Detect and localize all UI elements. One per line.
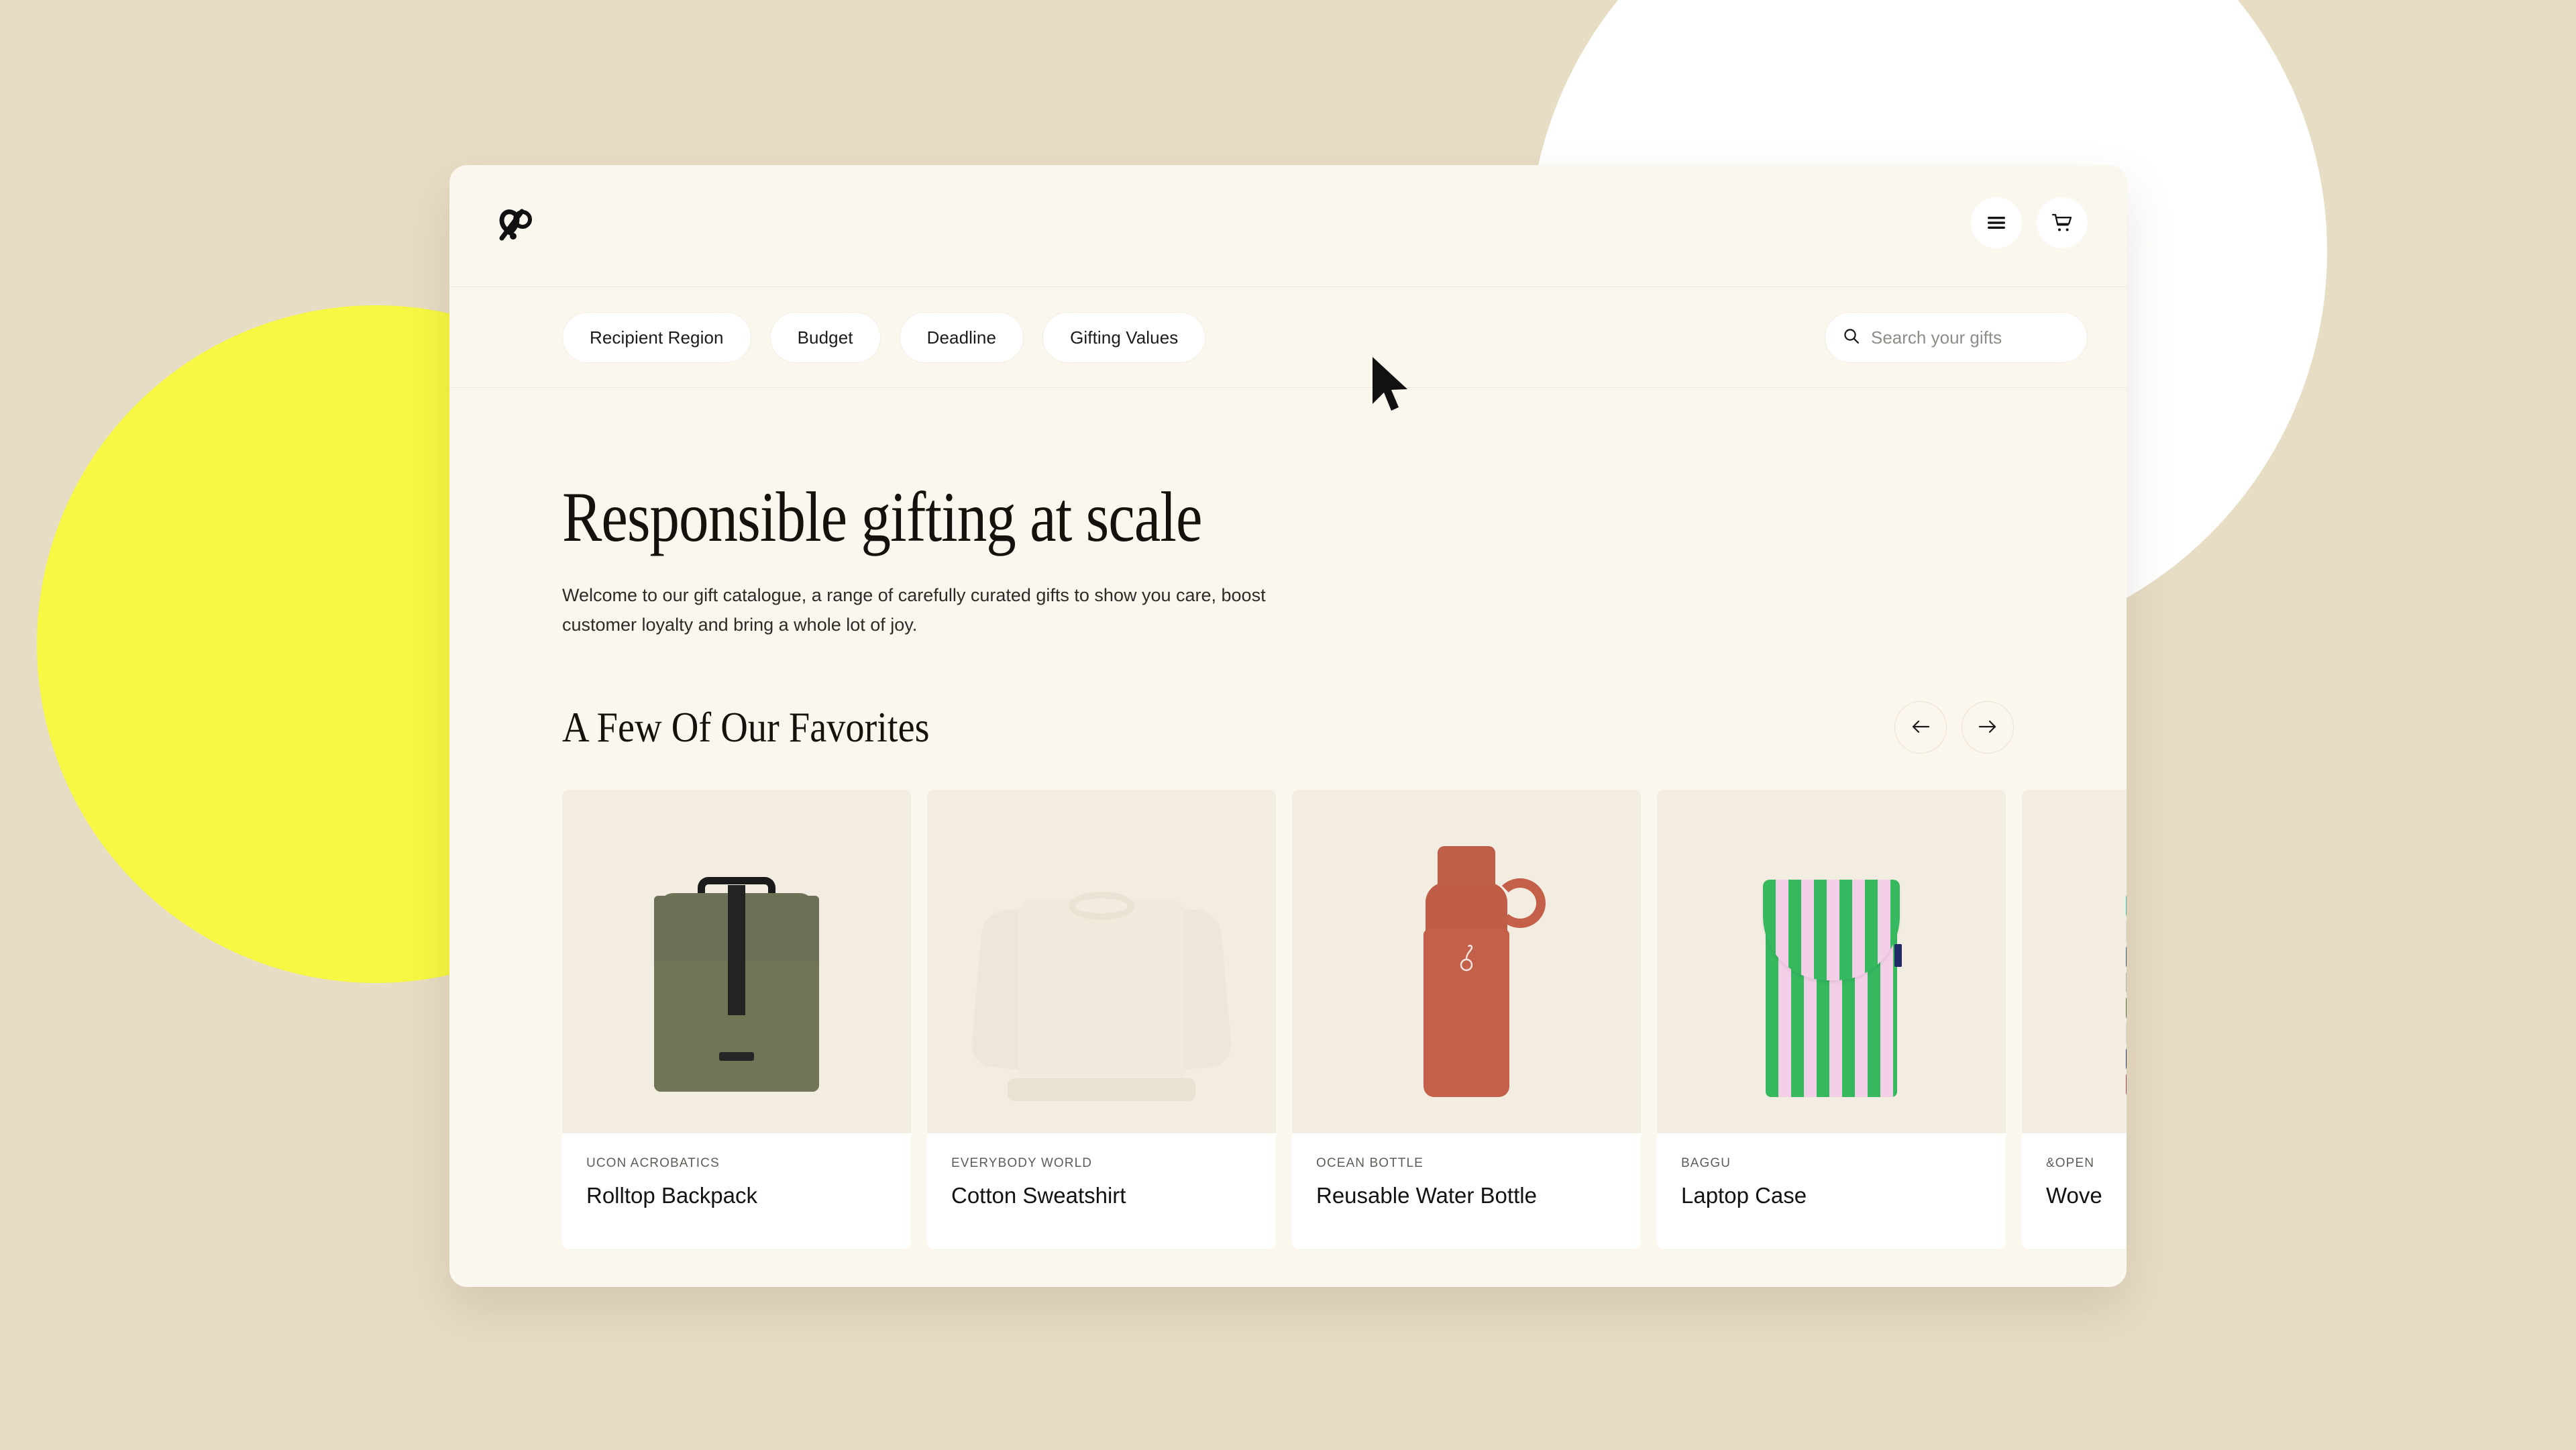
filter-pill-label: Deadline [926, 327, 997, 348]
product-name: Reusable Water Bottle [1316, 1183, 1537, 1208]
product-card[interactable]: &OPEN Wove [2022, 790, 2127, 1249]
product-info: &OPEN Wove [2022, 1133, 2127, 1249]
product-name: Laptop Case [1681, 1183, 1807, 1208]
product-brand: &OPEN [2046, 1156, 2095, 1171]
main-content: Responsible gifting at scale Welcome to … [449, 482, 2127, 754]
search-input[interactable] [1871, 327, 2070, 348]
product-brand: UCON ACROBATICS [586, 1156, 720, 1171]
arrow-left-icon [1911, 719, 1931, 737]
product-card[interactable]: OCEAN BOTTLE Reusable Water Bottle [1292, 790, 1641, 1249]
product-image [927, 790, 1276, 1134]
product-info: UCON ACROBATICS Rolltop Backpack [562, 1133, 911, 1249]
filter-bar: Recipient Region Budget Deadline Gifting… [449, 287, 2127, 388]
filter-pill-recipient-region[interactable]: Recipient Region [562, 312, 751, 363]
filter-pill-label: Gifting Values [1070, 327, 1179, 348]
product-brand: EVERYBODY WORLD [951, 1156, 1093, 1171]
product-card[interactable]: EVERYBODY WORLD Cotton Sweatshirt [927, 790, 1276, 1249]
product-image [2022, 790, 2127, 1134]
top-bar-actions [1971, 197, 2088, 248]
filter-pill-label: Recipient Region [590, 327, 724, 348]
filter-pill-deadline[interactable]: Deadline [899, 312, 1024, 363]
product-brand: BAGGU [1681, 1156, 1731, 1171]
product-info: EVERYBODY WORLD Cotton Sweatshirt [927, 1133, 1276, 1249]
cream-crewneck-sweatshirt-illustration [927, 790, 1276, 1133]
favorites-heading: A Few Of Our Favorites [562, 703, 930, 752]
filter-pill-budget[interactable]: Budget [769, 312, 881, 363]
carousel-prev-button[interactable] [1894, 701, 1947, 754]
olive-rolltop-backpack-illustration [562, 790, 911, 1133]
mouse-pointer-cursor [1370, 356, 1418, 418]
brand-logo-icon[interactable] [491, 201, 539, 249]
product-info: BAGGU Laptop Case [1657, 1133, 2006, 1249]
carousel-next-button[interactable] [1962, 701, 2014, 754]
filter-pill-gifting-values[interactable]: Gifting Values [1042, 312, 1206, 363]
product-image [562, 790, 911, 1134]
menu-button[interactable] [1971, 197, 2022, 248]
shopping-cart-icon [2051, 213, 2073, 233]
product-card[interactable]: BAGGU Laptop Case [1657, 790, 2006, 1249]
product-name: Cotton Sweatshirt [951, 1183, 1126, 1208]
carousel-track[interactable]: UCON ACROBATICS Rolltop Backpack EVERYBO… [562, 790, 2127, 1249]
product-image [1292, 790, 1641, 1134]
product-image [1657, 790, 2006, 1134]
search-bar[interactable] [1825, 312, 2088, 363]
hamburger-menu-icon [1986, 215, 2006, 230]
arrow-right-icon [1978, 719, 1998, 737]
app-window: Recipient Region Budget Deadline Gifting… [449, 165, 2127, 1287]
search-icon [1843, 327, 1860, 348]
cart-button[interactable] [2037, 197, 2088, 248]
product-name: Rolltop Backpack [586, 1183, 757, 1208]
favorites-section-header: A Few Of Our Favorites [562, 701, 2014, 754]
top-bar [449, 165, 2127, 287]
filter-pill-label: Budget [797, 327, 853, 348]
product-name: Wove [2046, 1183, 2102, 1208]
product-info: OCEAN BOTTLE Reusable Water Bottle [1292, 1133, 1641, 1249]
green-pink-striped-laptop-sleeve-illustration [1657, 790, 2006, 1133]
product-card[interactable]: UCON ACROBATICS Rolltop Backpack [562, 790, 911, 1249]
filter-pill-group: Recipient Region Budget Deadline Gifting… [562, 312, 1206, 363]
page-subtitle: Welcome to our gift catalogue, a range o… [562, 585, 1266, 635]
terracotta-water-bottle-illustration [1292, 790, 1641, 1133]
product-brand: OCEAN BOTTLE [1316, 1156, 1424, 1171]
stacked-woven-throws-illustration [2022, 790, 2127, 1133]
carousel-navigation [1894, 701, 2014, 754]
page-title: Responsible gifting at scale [562, 478, 1202, 556]
favorites-carousel: UCON ACROBATICS Rolltop Backpack EVERYBO… [449, 790, 2127, 1287]
